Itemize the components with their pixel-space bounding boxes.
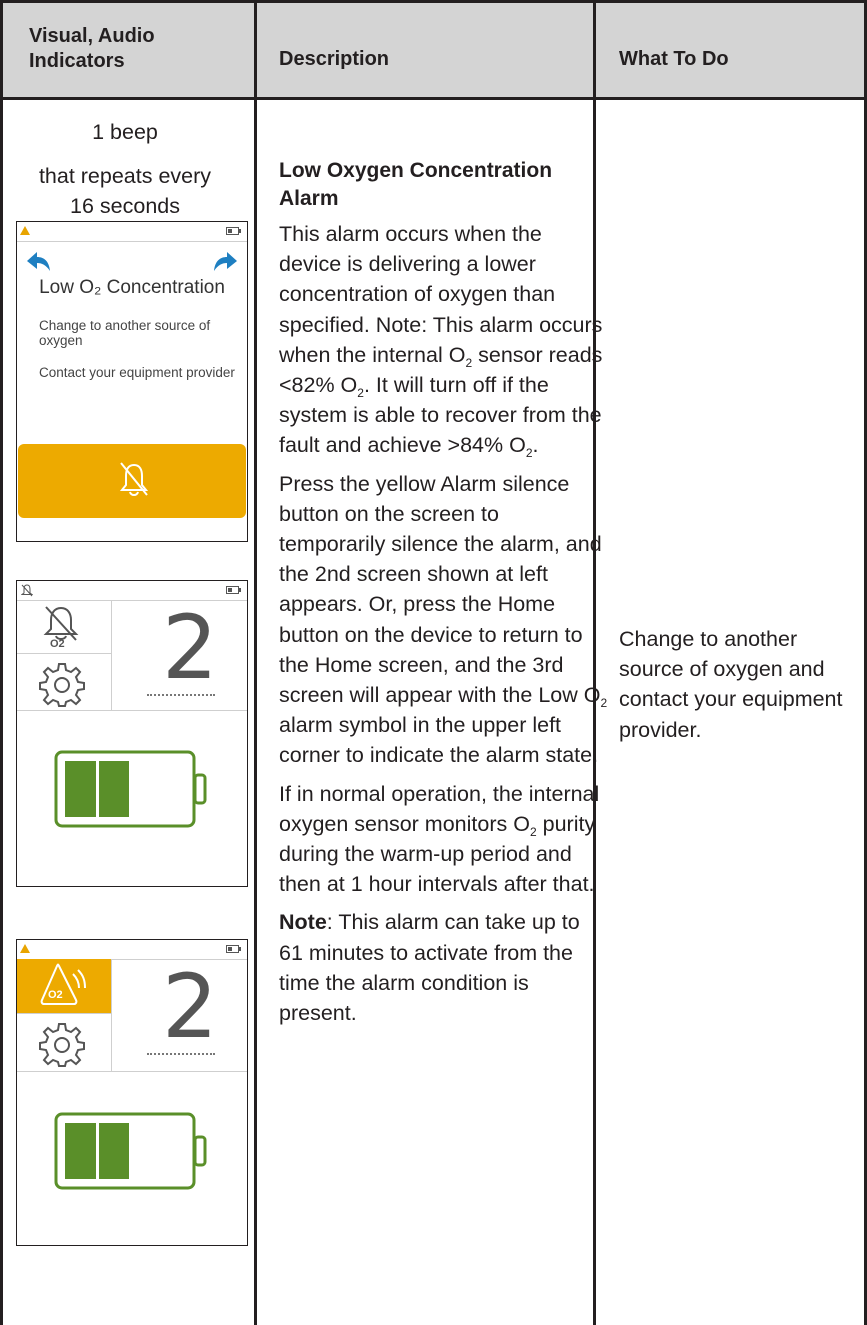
- description-paragraph-2: Press the yellow Alarm silence button on…: [279, 471, 608, 768]
- alarm-table: Visual, Audio Indicators Description Wha…: [0, 0, 867, 1325]
- flow-setting-value: 2: [162, 955, 218, 1058]
- low-o2-alarm-icon: [40, 963, 86, 1005]
- o2-label: O2: [48, 989, 63, 1001]
- device-screen-silenced: O2 2: [16, 580, 248, 887]
- flow-dots: [147, 694, 215, 696]
- indicator-beep: 1 beep: [92, 120, 158, 144]
- screen-instruction-2: Contact your equipment provider: [39, 365, 235, 380]
- header-divider: [0, 97, 867, 100]
- bell-silenced-icon: [119, 462, 149, 496]
- header-visual-audio-indicators: Visual, Audio Indicators: [29, 25, 155, 72]
- warning-icon: [20, 226, 30, 235]
- flow-dots: [147, 1053, 215, 1055]
- battery-status-icon: [226, 227, 241, 235]
- what-to-do-text: Change to another source of oxygen and c…: [619, 627, 843, 742]
- indicator-interval: 16 seconds: [70, 194, 180, 218]
- table-border-top: [0, 0, 867, 3]
- settings-gear-icon[interactable]: [39, 661, 85, 707]
- o2-label: O2: [50, 638, 65, 650]
- settings-gear-icon[interactable]: [39, 1021, 85, 1067]
- indicator-repeats: that repeats every: [38, 164, 212, 188]
- device-screen-alarm: Low O₂ Concentration Change to another s…: [16, 221, 248, 542]
- header-description: Description: [279, 48, 390, 70]
- battery-status-icon: [226, 945, 241, 953]
- screen-instruction-1: Change to another source of oxygen: [39, 318, 211, 348]
- cell-divider-h: [17, 1013, 111, 1014]
- flow-setting-value: 2: [162, 596, 218, 699]
- status-bar: [17, 222, 247, 242]
- battery-level-icon: [54, 1112, 207, 1190]
- back-arrow-icon[interactable]: [24, 249, 52, 275]
- alarm-title: Low Oxygen Concentration Alarm: [279, 159, 553, 210]
- table-divider-1: [254, 0, 257, 1325]
- cell-divider-v: [111, 600, 112, 710]
- battery-status-icon: [226, 586, 241, 594]
- description-paragraph-1: This alarm occurs when the device is del…: [279, 222, 603, 461]
- battery-level-icon: [54, 750, 207, 828]
- header-what-to-do: What To Do: [619, 48, 729, 70]
- cell-divider-v: [111, 959, 112, 1071]
- cell-divider-bottom: [17, 1071, 247, 1072]
- device-screen-alarm-home: O2 2: [16, 939, 248, 1246]
- description-paragraph-3: If in normal operation, the internal oxy…: [279, 781, 600, 897]
- warning-icon: [20, 944, 30, 953]
- cell-divider-h: [17, 653, 111, 654]
- alarm-description: Low Oxygen Concentration Alarm This alar…: [279, 157, 609, 1036]
- description-note: Note: This alarm can take up to 61 minut…: [279, 910, 580, 1026]
- forward-arrow-icon[interactable]: [212, 249, 240, 275]
- bell-silenced-small-icon: [21, 584, 33, 597]
- alarm-silence-button[interactable]: [18, 444, 246, 518]
- cell-divider-bottom: [17, 710, 247, 711]
- screen-title: Low O₂ Concentration: [39, 277, 225, 298]
